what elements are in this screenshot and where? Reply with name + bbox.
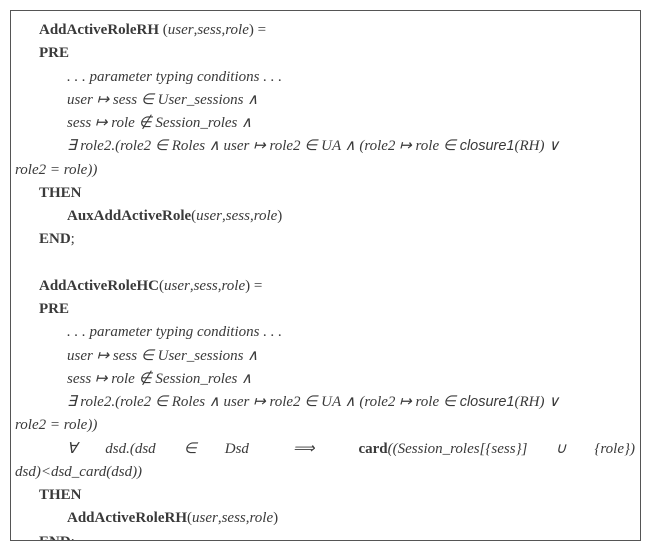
pre-keyword: PRE [11,298,640,321]
implies: ⟹ [293,441,315,457]
precondition-line: user ↦ sess ∈ User_sessions ∧ [11,345,640,368]
aux-call-name: AuxAddActiveRole [67,208,191,224]
closure-fn: closure1 [460,394,515,410]
lparen: ( [159,22,168,38]
union: ∪ [555,441,566,457]
arg-role: role [250,510,274,526]
precondition-wrap: role2 = role)) [11,414,640,437]
then-keyword: THEN [11,182,640,205]
param-role: role [222,278,246,294]
semicolon: ; [71,534,75,542]
op2-body: AddActiveRoleRH(user,sess,role) [11,507,640,530]
op2-name: AddActiveRoleHC [39,278,159,294]
precondition-line: user ↦ sess ∈ User_sessions ∧ [11,89,640,112]
precondition-wrap: dsd)<dsd_card(dsd)) [11,461,640,484]
expr-part: (RH) ∨ [515,138,560,154]
rparen-eq: ) = [249,22,266,38]
expr-part: ∃ role2.(role2 ∈ Roles ∧ user ↦ role2 ∈ … [67,394,460,410]
rparen: ) [273,510,278,526]
op1-signature: AddActiveRoleRH (user,sess,role) = [11,19,640,42]
rparen-eq: ) = [245,278,262,294]
end-line: END; [11,228,640,251]
end-keyword: END [39,231,71,247]
param-user: user [168,22,194,38]
end-line: END; [11,531,640,542]
expr-part: ((Session_roles[{sess}] [388,441,528,457]
semicolon: ; [71,231,75,247]
card-fn: card [358,441,387,457]
arg-sess: sess [226,208,250,224]
precondition-line: sess ↦ role ∉ Session_roles ∧ [11,112,640,135]
code-listing-frame: AddActiveRoleRH (user,sess,role) = PRE .… [10,10,641,541]
expr-part: (RH) ∨ [515,394,560,410]
call-name: AddActiveRoleRH [67,510,187,526]
param-sess: sess [194,278,218,294]
op1-body: AuxAddActiveRole(user,sess,role) [11,205,640,228]
expr-part: {role}) [594,441,635,457]
forall: ∀ [67,441,77,457]
precondition-line: ∃ role2.(role2 ∈ Roles ∧ user ↦ role2 ∈ … [11,135,640,158]
closure-fn: closure1 [460,138,515,154]
precondition-line-dsd: ∀ dsd.(dsd ∈ Dsd ⟹ card((Session_roles[{sess}… [11,438,640,461]
arg-role: role [254,208,278,224]
elem-of: ∈ [184,441,197,457]
param-user: user [164,278,190,294]
expr-part: dsd.(dsd [105,441,155,457]
arg-user: user [196,208,222,224]
end-keyword: END [39,534,71,542]
arg-sess: sess [222,510,246,526]
pre-keyword: PRE [11,42,640,65]
precondition-line: sess ↦ role ∉ Session_roles ∧ [11,368,640,391]
expr-part: ∃ role2.(role2 ∈ Roles ∧ user ↦ role2 ∈ … [67,138,460,154]
precondition-wrap: role2 = role)) [11,159,640,182]
arg-user: user [192,510,218,526]
op2-signature: AddActiveRoleHC(user,sess,role) = [11,275,640,298]
typing-conditions: . . . parameter typing conditions . . . [11,321,640,344]
param-sess: sess [197,22,221,38]
then-keyword: THEN [11,484,640,507]
typing-conditions: . . . parameter typing conditions . . . [11,66,640,89]
param-role: role [225,22,249,38]
op1-name: AddActiveRoleRH [39,22,159,38]
expr-part: Dsd [225,441,249,457]
precondition-line: ∃ role2.(role2 ∈ Roles ∧ user ↦ role2 ∈ … [11,391,640,414]
rparen: ) [277,208,282,224]
